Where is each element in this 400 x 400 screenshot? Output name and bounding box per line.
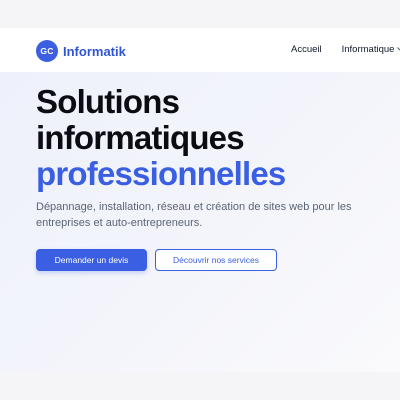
logo-text: Informatik xyxy=(63,43,126,59)
top-strip xyxy=(0,0,400,28)
bottom-strip xyxy=(0,372,400,400)
nav-item-informatique[interactable]: Informatique xyxy=(342,44,400,55)
hero-title-line2: informatiques xyxy=(36,119,245,156)
hero-title-line3: professionnelles xyxy=(36,155,286,192)
hero-description: Dépannage, installation, réseau et créat… xyxy=(36,201,352,229)
nav-item-label: Accueil xyxy=(291,44,322,55)
request-quote-button[interactable]: Demander un devis xyxy=(36,249,147,271)
site-header: GC Informatik Accueil Informatique xyxy=(0,28,400,72)
main-nav: Accueil Informatique xyxy=(291,44,400,55)
nav-item-label: Informatique xyxy=(341,44,395,55)
hero-title-line1: Solutions xyxy=(36,83,180,120)
logo-badge: GC xyxy=(36,40,58,62)
site-logo[interactable]: GC Informatik xyxy=(36,40,126,62)
nav-item-accueil[interactable]: Accueil xyxy=(291,44,322,55)
hero-title: Solutions informatiques professionnelles xyxy=(36,84,396,192)
discover-services-button[interactable]: Découvrir nos services xyxy=(155,249,277,271)
